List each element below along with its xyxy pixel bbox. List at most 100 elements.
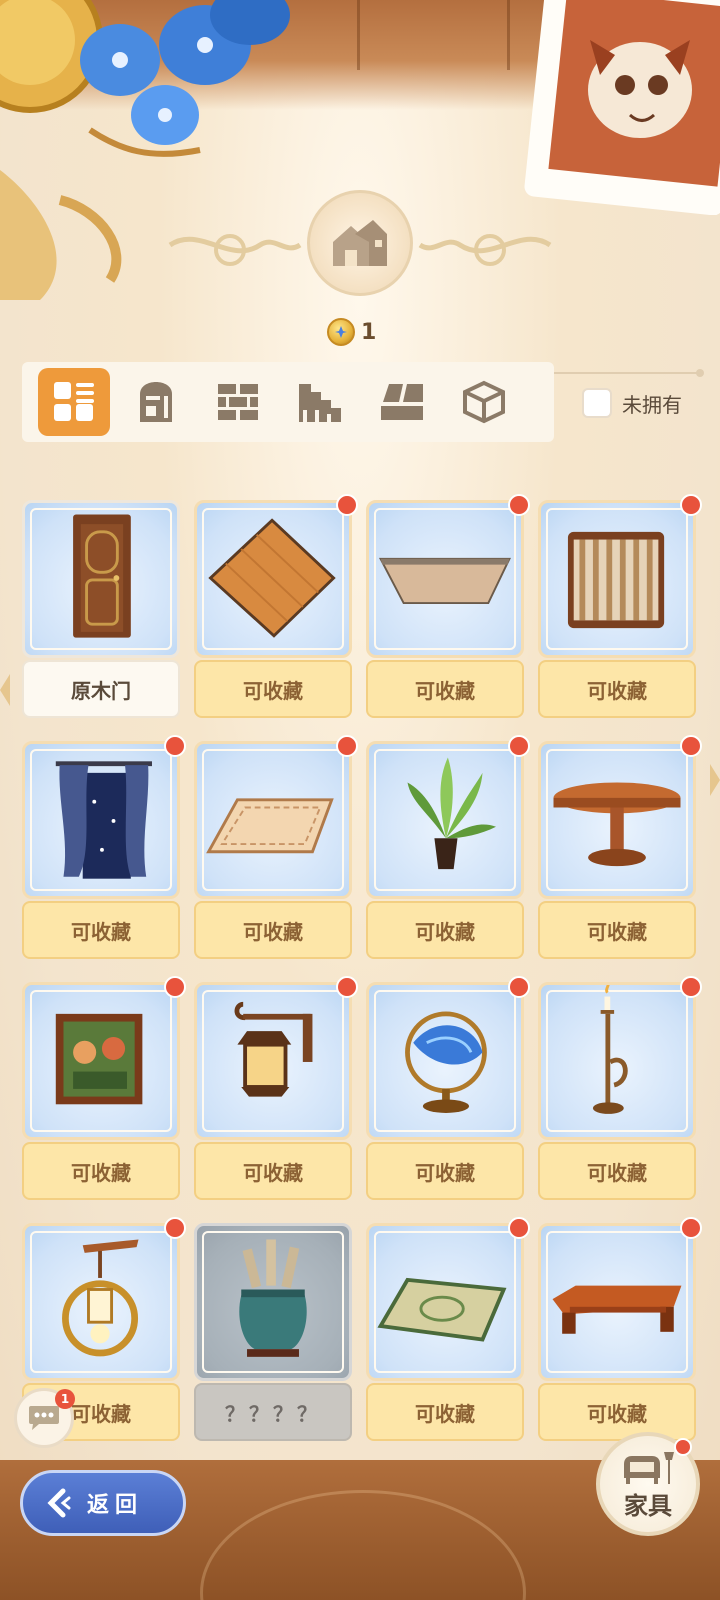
tab-objects[interactable]: [448, 368, 520, 436]
divider-line: [535, 369, 704, 377]
furniture-card-round-table[interactable]: 可收藏: [538, 735, 702, 961]
new-item-badge: [164, 735, 186, 757]
furniture-card-curtain-window[interactable]: 可收藏: [22, 735, 186, 961]
item-label: 可收藏: [366, 1142, 524, 1200]
box-icon: [463, 380, 505, 424]
item-thumbnail: [366, 1223, 524, 1381]
furniture-card-low-table[interactable]: 可收藏: [538, 1217, 702, 1443]
item-thumbnail: [538, 741, 696, 899]
item-label: 可收藏: [194, 901, 352, 959]
new-item-badge: [680, 976, 702, 998]
wood-floor-image: [208, 518, 336, 638]
furniture-card-wood-floor[interactable]: 可收藏: [194, 494, 358, 720]
tab-walls[interactable]: [202, 368, 274, 436]
furniture-card-scroll-vase[interactable]: ？？？？: [194, 1223, 352, 1443]
tab-floors[interactable]: [366, 368, 438, 436]
sofa-lamp-icon: [624, 1451, 674, 1484]
new-item-badge: [680, 1217, 702, 1239]
new-item-badge: [508, 735, 530, 757]
grid-icon: [54, 382, 94, 421]
furniture-card-potted-plant[interactable]: 可收藏: [366, 735, 530, 961]
item-thumbnail: [22, 1223, 180, 1381]
back-button-label: 返回: [87, 1493, 144, 1518]
potted-plant-image: [407, 757, 496, 870]
low-table-image: [552, 1285, 682, 1334]
item-thumbnail: [538, 500, 696, 658]
item-thumbnail: [194, 1223, 352, 1381]
item-thumbnail: [22, 500, 180, 658]
not-owned-filter[interactable]: 未拥有: [582, 386, 682, 420]
left-edge-arrow-icon: [0, 674, 10, 706]
furniture-card-wall-lantern[interactable]: 可收藏: [194, 976, 358, 1202]
item-thumbnail: [22, 741, 180, 899]
round-table-image: [553, 782, 681, 867]
item-label: 可收藏: [538, 660, 696, 718]
furniture-card-carpet[interactable]: 可收藏: [194, 735, 358, 961]
back-button[interactable]: 返回: [20, 1470, 186, 1536]
item-label: 可收藏: [538, 901, 696, 959]
ceiling-panel-image: [378, 557, 511, 605]
currency-value: 1: [361, 319, 377, 345]
curtain-window-image: [55, 761, 152, 879]
item-label: 可收藏: [22, 901, 180, 959]
new-item-badge: [508, 1217, 530, 1239]
tab-stairs[interactable]: [284, 368, 356, 436]
not-owned-checkbox[interactable]: [582, 388, 612, 418]
item-label: ？？？？: [194, 1383, 352, 1441]
new-item-badge: [336, 735, 358, 757]
item-thumbnail: [366, 741, 524, 899]
item-label: 可收藏: [194, 660, 352, 718]
not-owned-label: 未拥有: [622, 392, 682, 417]
furniture-grid: 原木门 可收藏 可收藏 可收藏 可收藏 可收藏 可收藏 可收藏 可收藏 可收藏 …: [22, 494, 702, 1443]
furniture-button[interactable]: 家具: [596, 1432, 700, 1536]
wall-icon: [218, 384, 258, 420]
chat-bubble-icon: [29, 1406, 59, 1430]
furniture-card-striped-wallpaper[interactable]: 可收藏: [538, 494, 702, 720]
gold-coin-icon: [327, 318, 355, 346]
item-thumbnail: [538, 982, 696, 1140]
item-label: 可收藏: [366, 901, 524, 959]
new-item-badge: [164, 1217, 186, 1239]
new-item-badge: [164, 976, 186, 998]
globe-ornament-image: [405, 1011, 487, 1113]
house-icon: [333, 220, 387, 266]
tab-all[interactable]: [38, 368, 110, 436]
stairs-icon: [299, 384, 341, 422]
tab-doors[interactable]: [120, 368, 192, 436]
striped-wallpaper-image: [567, 531, 665, 629]
new-item-badge: [508, 976, 530, 998]
item-label: 可收藏: [366, 1383, 524, 1441]
item-label: 可收藏: [538, 1142, 696, 1200]
furniture-card-globe-ornament[interactable]: 可收藏: [366, 976, 530, 1202]
furniture-notification-badge: [674, 1438, 692, 1456]
item-thumbnail: [538, 1223, 696, 1381]
new-item-badge: [680, 735, 702, 757]
carpet-image: [206, 798, 334, 854]
item-label: 可收藏: [538, 1383, 696, 1441]
item-label: 原木门: [22, 660, 180, 718]
furniture-card-framed-painting[interactable]: 可收藏: [22, 976, 186, 1202]
house-emblem: [307, 190, 413, 296]
item-thumbnail: [194, 500, 352, 658]
new-item-badge: [680, 494, 702, 516]
furniture-card-green-rug[interactable]: 可收藏: [366, 1217, 530, 1443]
hanging-lamp-image: [62, 1239, 139, 1357]
furniture-button-label: 家具: [624, 1491, 672, 1520]
new-item-badge: [336, 976, 358, 998]
back-arrow-icon: [47, 1488, 71, 1518]
furniture-card-candle-stand[interactable]: 可收藏: [538, 976, 702, 1202]
furniture-card-wooden-door[interactable]: 原木门: [22, 500, 180, 720]
category-filter-bar: [22, 362, 554, 442]
door-icon: [140, 382, 172, 422]
framed-painting-image: [55, 1013, 143, 1105]
new-item-badge: [336, 494, 358, 516]
chat-button[interactable]: 1: [14, 1388, 75, 1448]
candle-stand-image: [592, 985, 628, 1114]
new-item-badge: [508, 494, 530, 516]
item-thumbnail: [22, 982, 180, 1140]
portrait-photo-frame: [524, 0, 720, 215]
item-label: 可收藏: [194, 1142, 352, 1200]
item-thumbnail: [366, 982, 524, 1140]
currency-display: 1: [327, 318, 376, 346]
furniture-card-ceiling-panel[interactable]: 可收藏: [366, 494, 530, 720]
